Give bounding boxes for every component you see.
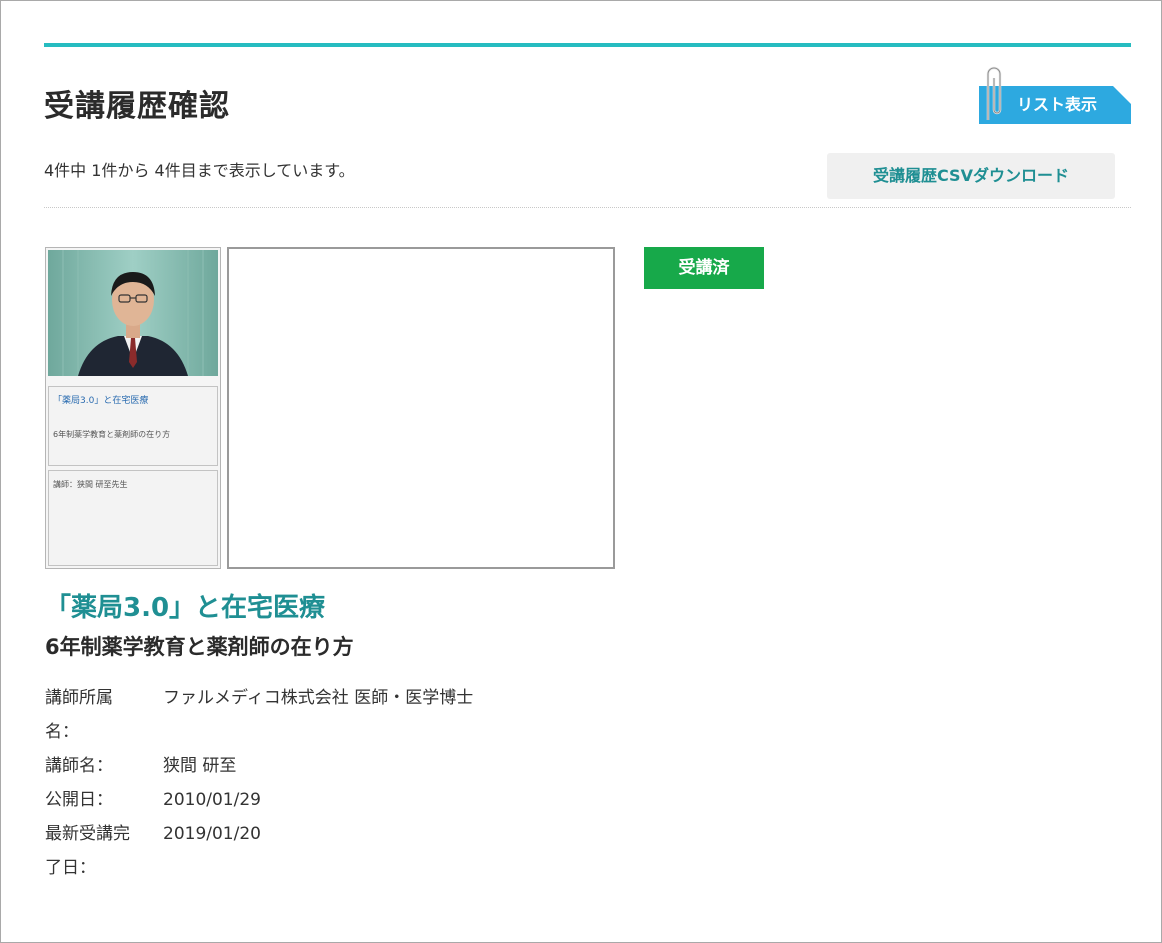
completed-label: 最新受講完 了日： xyxy=(45,817,163,885)
affiliation-label-line1: 講師所属 xyxy=(45,688,113,708)
detail-row-lecturer: 講師名： 狭間 研至 xyxy=(45,749,473,783)
page-title: 受講履歴確認 xyxy=(44,89,230,124)
lecturer-value: 狭間 研至 xyxy=(163,756,237,776)
course-title-link[interactable]: 「薬局3.0」と在宅医療 xyxy=(45,587,325,624)
thumbnail-subtitle: 6年制薬学教育と薬剤師の在り方 xyxy=(53,430,171,439)
affiliation-label: 講師所属 名： xyxy=(45,681,163,749)
lecturer-label: 講師名： xyxy=(45,756,113,776)
lecturer-photo xyxy=(48,250,218,376)
affiliation-value: ファルメディコ株式会社 医師・医学博士 xyxy=(163,688,474,708)
list-view-label: リスト表示 xyxy=(1017,95,1098,114)
course-thumbnail-panel[interactable]: 「薬局3.0」と在宅医療 6年制薬学教育と薬剤師の在り方 講師：狭間 研至先生 xyxy=(45,247,221,569)
thumbnail-title-box: 「薬局3.0」と在宅医療 6年制薬学教育と薬剤師の在り方 xyxy=(48,386,218,466)
paperclip-icon xyxy=(983,64,1005,138)
published-value: 2010/01/29 xyxy=(163,790,261,810)
course-subtitle: 6年制薬学教育と薬剤師の在り方 xyxy=(45,635,354,659)
csv-download-button[interactable]: 受講履歴CSVダウンロード xyxy=(827,153,1115,199)
thumbnail-lecturer-box: 講師：狭間 研至先生 xyxy=(48,470,218,566)
folded-corner xyxy=(1113,86,1131,104)
completed-value: 2019/01/20 xyxy=(163,824,261,844)
result-count-text: 4件中 1件から 4件目まで表示しています。 xyxy=(44,161,355,180)
content-frame: 受講履歴確認 リスト表示 4件中 1件から 4件目まで表示しています。 受講履歴… xyxy=(0,0,1162,943)
detail-row-published: 公開日： 2010/01/29 xyxy=(45,783,473,817)
course-details: 講師所属 名： ファルメディコ株式会社 医師・医学博士 講師名： 狭間 研至 公… xyxy=(45,681,473,885)
published-label: 公開日： xyxy=(45,790,113,810)
list-view-button[interactable]: リスト表示 xyxy=(979,66,1131,124)
top-accent-rule xyxy=(44,43,1131,47)
completed-label-line1: 最新受講完 xyxy=(45,824,130,844)
video-player-area[interactable] xyxy=(227,247,615,569)
divider xyxy=(44,207,1131,208)
status-badge: 受講済 xyxy=(644,247,764,289)
detail-row-completed: 最新受講完 了日： 2019/01/20 xyxy=(45,817,473,885)
affiliation-label-line2: 名： xyxy=(45,722,79,742)
completed-label-line2: 了日： xyxy=(45,858,96,878)
thumbnail-title: 「薬局3.0」と在宅医療 xyxy=(53,396,149,406)
thumbnail-lecturer: 講師：狭間 研至先生 xyxy=(53,480,128,489)
detail-row-affiliation: 講師所属 名： ファルメディコ株式会社 医師・医学博士 xyxy=(45,681,473,749)
